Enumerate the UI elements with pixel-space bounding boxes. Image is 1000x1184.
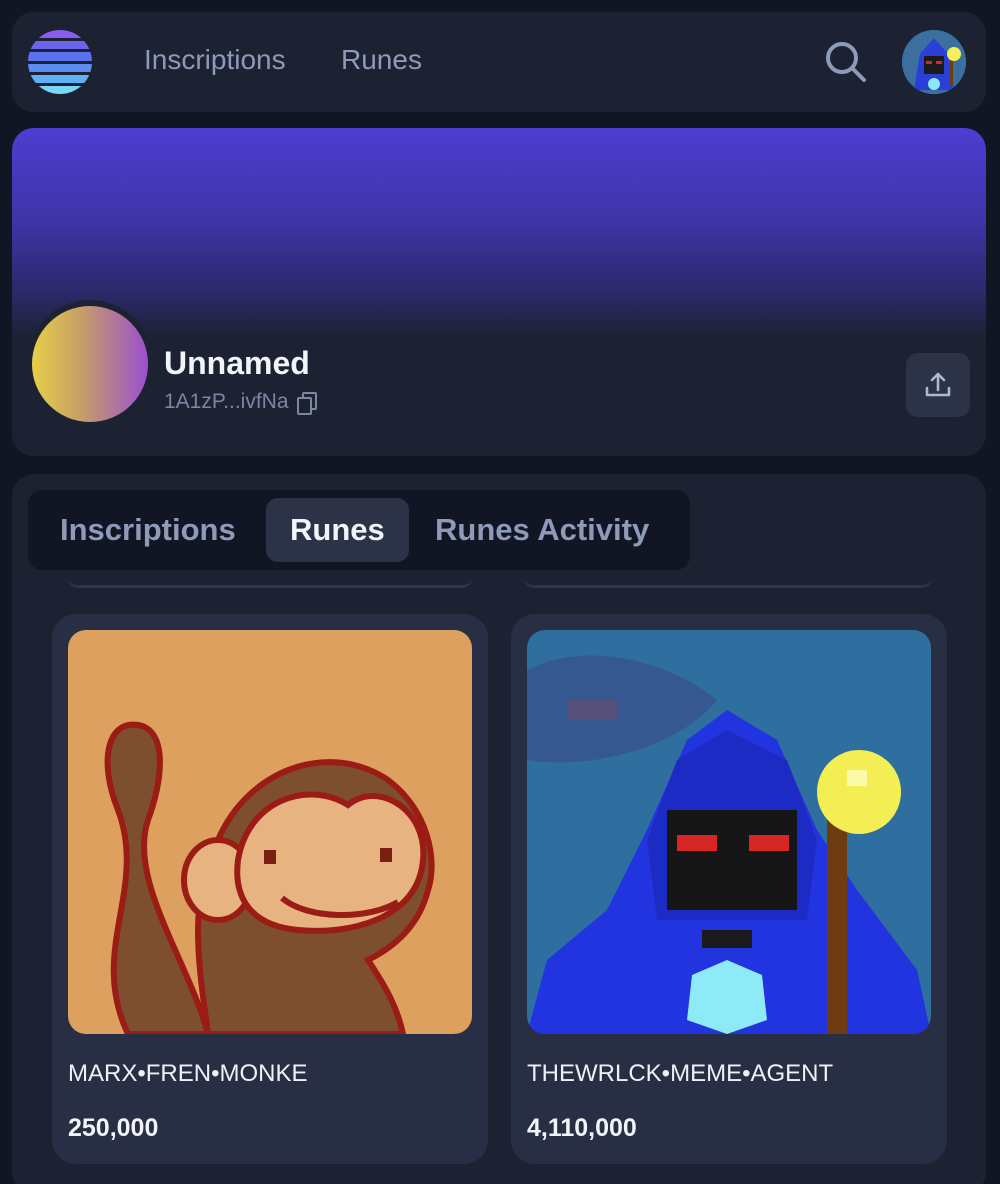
profile-avatar-gradient [32,306,148,422]
share-upload-icon [925,372,951,397]
copy-icon[interactable] [296,392,317,415]
search-button[interactable] [822,38,870,86]
logo-band [28,41,92,50]
search-icon [826,42,866,82]
content-panel: Inscriptions Runes Runes Activity MARX•F… [12,474,986,1184]
profile-card: Unnamed 1A1zP...ivfNa [12,128,986,456]
previous-card-edge [68,578,472,588]
tab-bar: Inscriptions Runes Runes Activity [28,490,690,570]
pixel-monkey-icon [68,630,472,1034]
pixel-hooded-wizard-icon [527,630,931,1034]
wizard-avatar-icon [902,30,966,94]
logo-band [28,30,92,39]
logo-band [28,52,92,61]
rune-amount: 250,000 [68,1114,159,1142]
logo-band [28,85,92,94]
rune-card[interactable]: THEWRLCK•MEME•AGENT 4,110,000 [511,614,947,1164]
pixel-monkey-image [68,630,472,1034]
logo-band [28,63,92,72]
nav-link-inscriptions[interactable]: Inscriptions [144,44,286,76]
app-logo[interactable] [28,30,92,94]
tab-runes-activity[interactable]: Runes Activity [411,498,673,562]
profile-avatar [26,300,154,428]
wallet-address-row: 1A1zP...ivfNa [164,390,317,415]
tab-inscriptions[interactable]: Inscriptions [36,498,260,562]
share-button[interactable] [906,353,970,417]
rune-name: MARX•FREN•MONKE [68,1060,308,1087]
nav-link-runes[interactable]: Runes [341,44,422,76]
rune-card[interactable]: MARX•FREN•MONKE 250,000 [52,614,488,1164]
rune-name: THEWRLCK•MEME•AGENT [527,1060,834,1087]
pixel-wizard-image [527,630,931,1034]
profile-name: Unnamed [164,345,310,381]
top-nav-bar: Inscriptions Runes [12,12,986,112]
wallet-address: 1A1zP...ivfNa [164,390,289,413]
logo-band [28,74,92,83]
user-avatar[interactable] [902,30,966,94]
profile-banner [12,128,986,338]
previous-card-edge [524,578,932,588]
tab-runes[interactable]: Runes [266,498,409,562]
rune-amount: 4,110,000 [527,1114,637,1142]
